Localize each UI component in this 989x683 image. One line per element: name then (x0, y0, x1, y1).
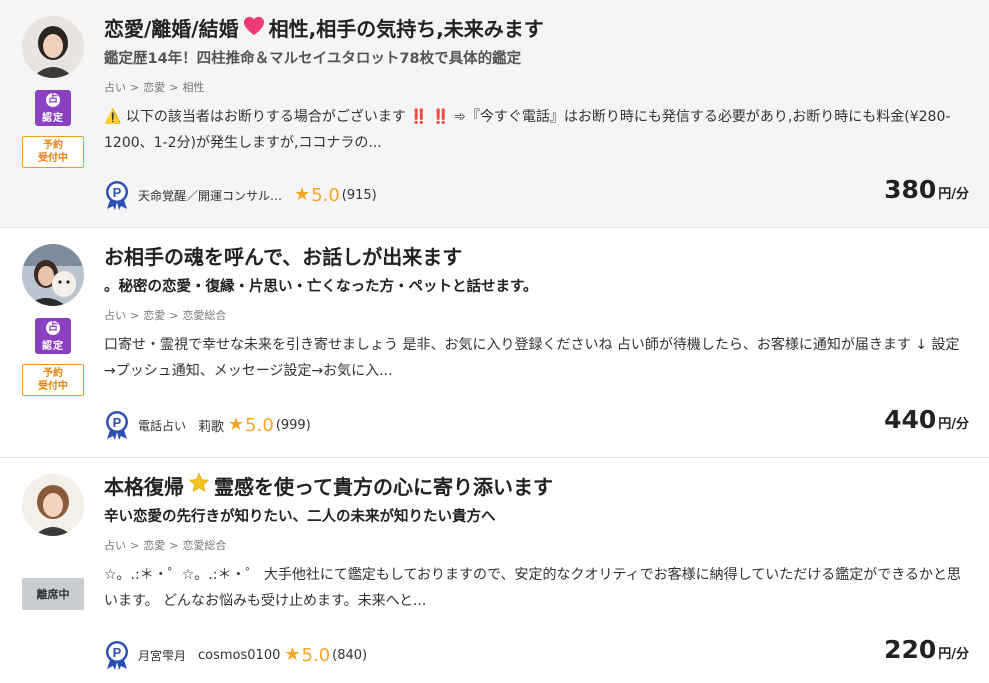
listing-title-part-1: 本格復帰 (104, 475, 184, 499)
star-icon: ★ (294, 184, 311, 205)
avatar[interactable] (22, 16, 84, 78)
breadcrumb-separator: > (169, 81, 179, 94)
status-line-2: 受付中 (38, 381, 68, 392)
breadcrumb: 占い > 恋愛 > 相性 (104, 80, 969, 96)
breadcrumb-item[interactable]: 恋愛 (143, 81, 165, 94)
listing-meta: P 月宮雫月 cosmos0100 ★ 5.0 (840) 220 円/分 (104, 635, 969, 671)
certified-badge: 占 認定 (35, 90, 71, 126)
seller-column: 離席中 (22, 474, 84, 610)
star-icon: ★ (284, 644, 301, 665)
listing-body: 本格復帰 霊感を使って貴方の心に寄り添います 辛い恋愛の先行きが知りたい、二人の… (104, 472, 969, 614)
listing-description: ⚠️ 以下の該当者はお断りする場合がございます ‼️ ‼️ ➾『今すぐ電話』はお… (104, 109, 951, 151)
review-count: (840) (332, 647, 368, 663)
cert-badge-label: 認定 (42, 112, 64, 124)
cert-badge-top: 占 (46, 320, 60, 335)
review-count: (915) (341, 187, 377, 203)
rating-value: 5.0 (301, 644, 331, 666)
review-count: (999) (275, 417, 311, 433)
seller-name[interactable]: 月宮雫月 (138, 647, 186, 664)
reservation-status-badge: 予約 受付中 (22, 364, 84, 396)
breadcrumb-item[interactable]: 占い (104, 539, 126, 552)
listing-card[interactable]: 占 認定 予約 受付中 恋愛/離婚/結婚 相性,相手の気持ち,未来みます 鑑定歴… (0, 0, 989, 228)
price-value: 220 (884, 635, 937, 664)
cert-badge-top: 占 (46, 92, 60, 107)
seller-name[interactable]: 電話占い (138, 417, 186, 434)
price: 380 円/分 (884, 174, 969, 211)
seller-column: 占 認定 予約 受付中 (22, 16, 84, 168)
breadcrumb-item[interactable]: 恋愛総合 (182, 539, 226, 552)
breadcrumb-item[interactable]: 相性 (182, 81, 204, 94)
p-rank-badge-icon: P (104, 640, 130, 670)
breadcrumb: 占い > 恋愛 > 恋愛総合 (104, 538, 969, 554)
breadcrumb-separator: > (130, 309, 140, 322)
price-unit: 円/分 (938, 417, 969, 432)
rating-value: 5.0 (245, 414, 274, 436)
star-emoji-icon (188, 472, 210, 502)
price-value: 440 (884, 405, 937, 434)
seller-handle[interactable]: cosmos0100 (198, 648, 280, 663)
rating-value: 5.0 (311, 184, 340, 206)
breadcrumb: 占い > 恋愛 > 恋愛総合 (104, 308, 969, 324)
listing-meta: P 天命覚醒／開運コンサル… ★ 5.0 (915) 380 円/分 (104, 175, 969, 211)
breadcrumb-separator: > (169, 309, 179, 322)
listing-card[interactable]: 占 認定 予約 受付中 お相手の魂を呼んで、お話しが出来ます 。秘密の恋愛・復縁… (0, 228, 989, 458)
listing-title[interactable]: 本格復帰 霊感を使って貴方の心に寄り添います (104, 472, 969, 502)
breadcrumb-item[interactable]: 恋愛 (143, 539, 165, 552)
price: 220 円/分 (884, 634, 969, 671)
listing-body: 恋愛/離婚/結婚 相性,相手の気持ち,未来みます 鑑定歴14年！四柱推命＆マルセ… (104, 14, 969, 156)
listing-subtitle: 辛い恋愛の先行きが知りたい、二人の未来が知りたい貴方へ (104, 509, 496, 525)
price-unit: 円/分 (938, 187, 969, 202)
breadcrumb-item[interactable]: 恋愛総合 (182, 309, 226, 322)
listing-title-part-1: 恋愛/離婚/結婚 (104, 17, 239, 41)
cert-badge-label: 認定 (42, 340, 64, 352)
listing-subtitle: 鑑定歴14年！四柱推命＆マルセイユタロット78枚で具体的鑑定 (104, 51, 522, 67)
price: 440 円/分 (884, 404, 969, 441)
listing-body: お相手の魂を呼んで、お話しが出来ます 。秘密の恋愛・復縁・片思い・亡くなった方・… (104, 242, 969, 384)
star-icon: ★ (228, 414, 245, 435)
breadcrumb-separator: > (169, 539, 179, 552)
status-line-1: 予約 (43, 368, 63, 379)
svg-text:P: P (113, 645, 122, 660)
p-rank-badge-icon: P (104, 410, 130, 440)
listing-subtitle: 。秘密の恋愛・復縁・片思い・亡くなった方・ペットと話せます。 (104, 279, 538, 295)
breadcrumb-item[interactable]: 恋愛 (143, 309, 165, 322)
listing-title[interactable]: お相手の魂を呼んで、お話しが出来ます (104, 242, 969, 272)
price-value: 380 (884, 175, 937, 204)
breadcrumb-item[interactable]: 占い (104, 81, 126, 94)
reservation-status-badge: 予約 受付中 (22, 136, 84, 168)
p-rank-badge-icon: P (104, 180, 130, 210)
fortune-listing: 占 認定 予約 受付中 恋愛/離婚/結婚 相性,相手の気持ち,未来みます 鑑定歴… (0, 0, 989, 683)
away-status-badge: 離席中 (22, 578, 84, 610)
heart-icon (243, 14, 265, 44)
svg-text:P: P (113, 185, 122, 200)
listing-meta: P 電話占い 莉歌 ★ 5.0 (999) 440 円/分 (104, 405, 969, 441)
listing-description: ☆。.:＊・゜☆。.:＊・゜ 大手他社にて鑑定もしておりますので、安定的なクオリ… (104, 567, 961, 609)
listing-title-part-1: お相手の魂を呼んで、お話しが出来ます (104, 245, 463, 269)
status-line-2: 受付中 (38, 153, 68, 164)
seller-column: 占 認定 予約 受付中 (22, 244, 84, 396)
status-line-1: 予約 (43, 140, 63, 151)
certified-badge: 占 認定 (35, 318, 71, 354)
listing-title-part-2: 霊感を使って貴方の心に寄り添います (214, 475, 553, 499)
breadcrumb-item[interactable]: 占い (104, 309, 126, 322)
seller-name[interactable]: 天命覚醒／開運コンサル… (138, 187, 282, 204)
breadcrumb-separator: > (130, 539, 140, 552)
seller-handle[interactable]: 莉歌 (198, 416, 224, 435)
svg-text:P: P (113, 415, 122, 430)
listing-description: 口寄せ・霊視で幸せな未来を引き寄せましょう 是非、お気に入り登録くださいね 占い… (104, 337, 960, 379)
breadcrumb-separator: > (130, 81, 140, 94)
price-unit: 円/分 (938, 647, 969, 662)
avatar[interactable] (22, 474, 84, 536)
avatar[interactable] (22, 244, 84, 306)
listing-title[interactable]: 恋愛/離婚/結婚 相性,相手の気持ち,未来みます (104, 14, 969, 44)
listing-card[interactable]: 離席中 本格復帰 霊感を使って貴方の心に寄り添います 辛い恋愛の先行きが知りたい… (0, 458, 989, 683)
listing-title-part-2: 相性,相手の気持ち,未来みます (268, 17, 544, 41)
